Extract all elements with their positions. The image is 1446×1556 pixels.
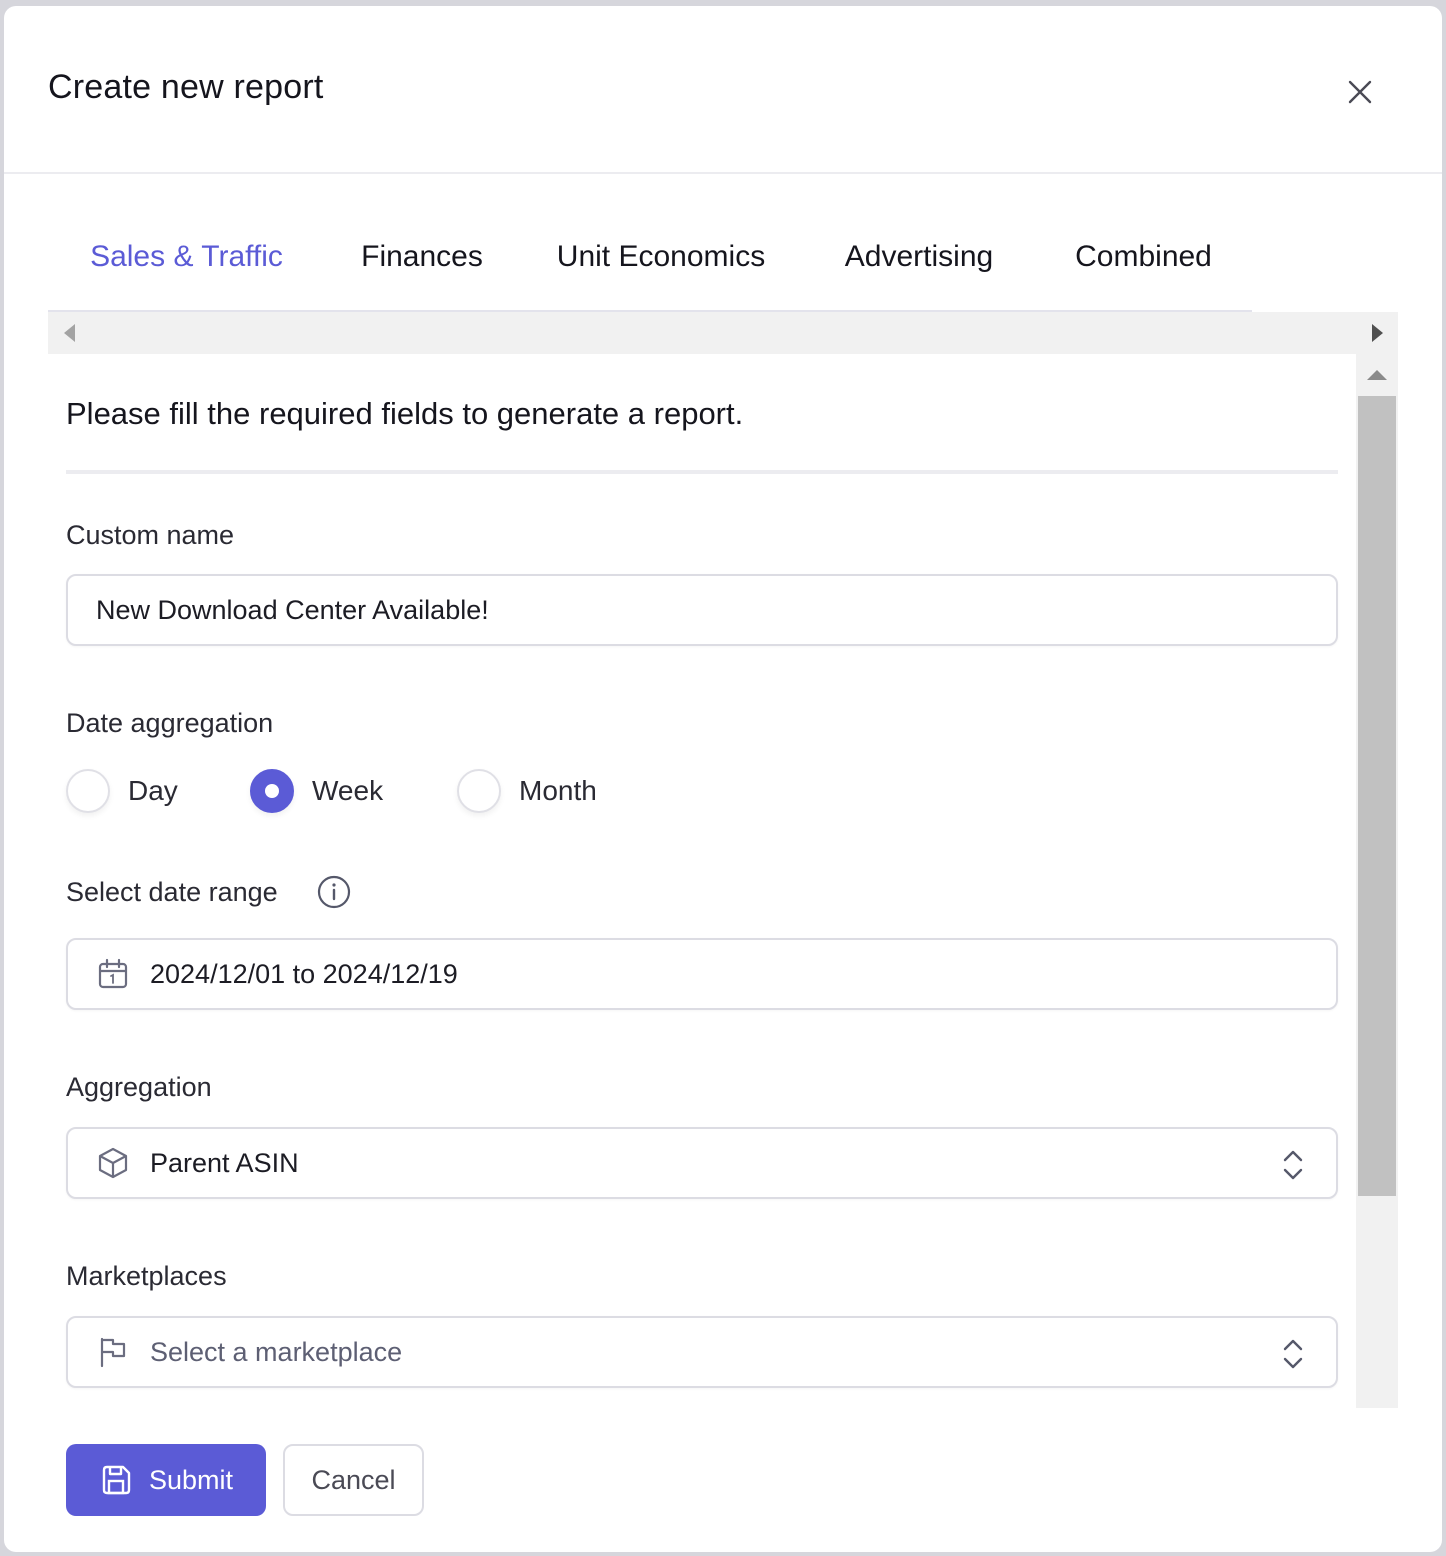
save-icon [102, 1465, 131, 1495]
aggregation-value: Parent ASIN [150, 1147, 299, 1178]
flag-icon [100, 1337, 126, 1368]
custom-name-value: New Download Center Available! [96, 594, 489, 625]
modal-header: Create new report [4, 6, 1442, 174]
horizontal-scrollbar[interactable] [48, 312, 1398, 354]
divider [66, 470, 1338, 474]
tab-combined[interactable]: Combined [1035, 202, 1252, 312]
submit-label: Submit [148, 1464, 234, 1495]
tab-unit-economics[interactable]: Unit Economics [519, 202, 803, 312]
scroll-right-arrow-icon[interactable] [1372, 324, 1383, 342]
marketplace-placeholder: Select a marketplace [150, 1336, 403, 1367]
tab-finances[interactable]: Finances [325, 202, 519, 312]
cancel-button[interactable]: Cancel [283, 1444, 424, 1516]
chevron-up-down-icon[interactable] [1276, 1336, 1310, 1372]
date-aggregation-radio-group: Day Week Month [66, 766, 766, 816]
radio-month-circle[interactable] [457, 769, 501, 813]
scroll-up-arrow-icon[interactable] [1367, 370, 1387, 380]
modal-title: Create new report [48, 68, 324, 106]
aggregation-select[interactable]: Parent ASIN [66, 1127, 1338, 1199]
radio-day[interactable]: Day [66, 766, 178, 816]
calendar-icon [98, 958, 128, 989]
info-icon[interactable] [316, 874, 352, 910]
radio-day-label: Day [128, 775, 178, 806]
submit-button[interactable]: Submit [66, 1444, 266, 1516]
date-range-input[interactable]: 2024/12/01 to 2024/12/19 [66, 938, 1338, 1010]
radio-month-label: Month [519, 775, 597, 806]
date-range-value: 2024/12/01 to 2024/12/19 [150, 958, 458, 989]
chevron-up-down-icon[interactable] [1276, 1147, 1310, 1183]
close-button[interactable] [1340, 72, 1380, 112]
marketplace-select[interactable]: Select a marketplace [66, 1316, 1338, 1388]
date-range-label: Select date range [66, 877, 278, 907]
scroll-left-arrow-icon[interactable] [64, 324, 75, 342]
tab-sales-traffic[interactable]: Sales & Traffic [48, 202, 325, 314]
cancel-label: Cancel [311, 1464, 396, 1495]
box-icon [98, 1147, 128, 1179]
custom-name-label: Custom name [66, 520, 235, 550]
marketplaces-label: Marketplaces [66, 1261, 227, 1291]
scrollbar-thumb[interactable] [1358, 396, 1396, 1196]
close-icon [1348, 80, 1372, 104]
radio-week-label: Week [312, 775, 384, 806]
create-report-modal: Create new report Sales & Traffic Financ… [4, 6, 1442, 1552]
tab-advertising[interactable]: Advertising [803, 202, 1035, 312]
date-aggregation-label: Date aggregation [66, 708, 274, 738]
radio-day-circle[interactable] [66, 769, 110, 813]
radio-week-circle[interactable] [250, 769, 294, 813]
custom-name-input[interactable]: New Download Center Available! [66, 574, 1338, 646]
aggregation-label: Aggregation [66, 1072, 212, 1102]
radio-month[interactable]: Month [457, 766, 597, 816]
radio-week[interactable]: Week [250, 766, 383, 816]
report-type-tabs: Sales & Traffic Finances Unit Economics … [48, 202, 1252, 314]
form-intro-text: Please fill the required fields to gener… [66, 396, 744, 431]
vertical-scrollbar[interactable] [1356, 354, 1398, 1408]
